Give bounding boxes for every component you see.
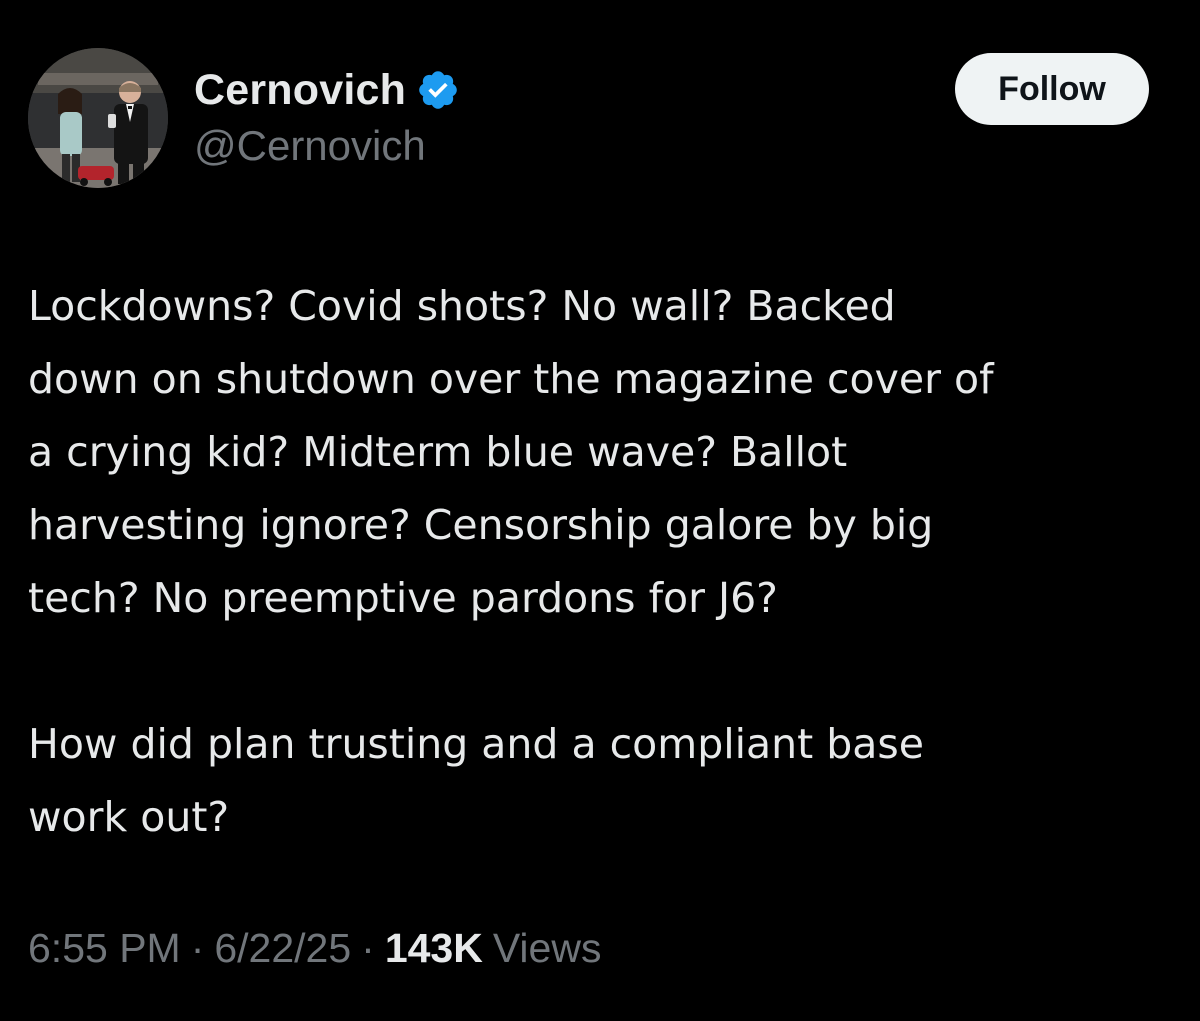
author-display-name[interactable]: Cernovich [194,66,406,115]
tweet-meta: 6:55 PM · 6/22/25 · 143K Views [28,925,601,972]
tweet-paragraph: How did plan trusting and a compliant ba… [28,720,924,841]
tweet-card: Cernovich @Cernovich Follow Lockdowns? C… [0,0,1200,1021]
views-count: 143K [384,925,483,971]
verified-badge-icon[interactable] [416,68,460,112]
tweet-time[interactable]: 6:55 PM [28,925,181,972]
tweet-date[interactable]: 6/22/25 [214,925,351,972]
author-avatar[interactable] [28,48,168,188]
author-name-row: Cernovich [194,64,460,116]
tweet-text: Lockdowns? Covid shots? No wall? Backed … [28,270,1178,854]
follow-button[interactable]: Follow [955,53,1149,125]
profile-photo-icon [28,48,168,188]
author-handle[interactable]: @Cernovich [194,122,426,170]
meta-separator: · [190,925,205,971]
views-label: Views [492,925,602,971]
meta-separator: · [361,925,375,971]
tweet-paragraph: Lockdowns? Covid shots? No wall? Backed … [28,282,994,622]
